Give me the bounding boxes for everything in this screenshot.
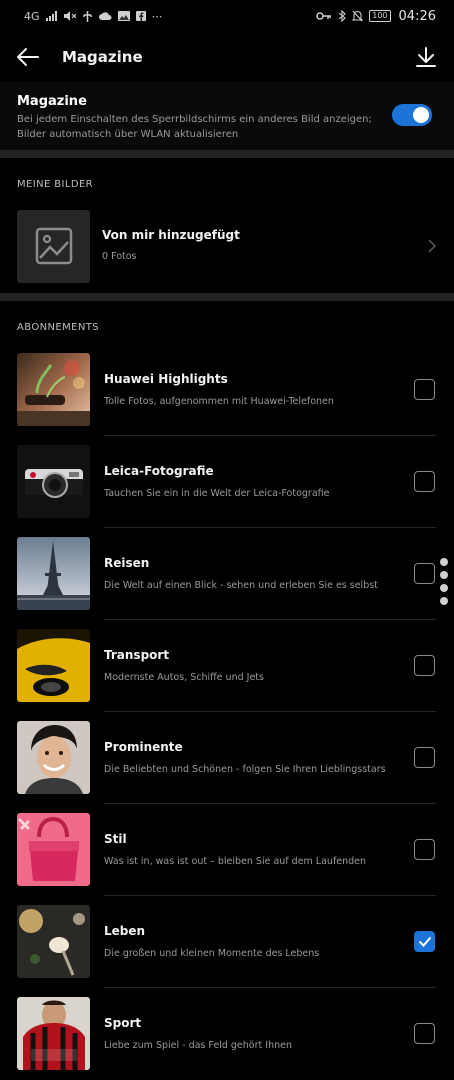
subscription-checkbox[interactable] (414, 379, 435, 400)
page-title: Magazine (62, 48, 143, 66)
subscription-checkbox[interactable] (414, 1023, 435, 1044)
subscription-subtitle: Die Beliebten und Schönen - folgen Sie I… (104, 763, 386, 775)
thumbnail-huawei-highlights (17, 353, 90, 426)
subscription-title: Sport (104, 1015, 142, 1030)
app-bar: Magazine (0, 32, 454, 82)
thumbnail-transport (17, 629, 90, 702)
scroll-dot (440, 597, 448, 605)
scroll-dot (440, 584, 448, 592)
status-bar: 4G ⋯ 100 04:26 (0, 0, 454, 32)
subscription-subtitle: Tauchen Sie ein in die Welt der Leica-Fo… (104, 487, 330, 499)
facebook-icon (135, 11, 146, 21)
subscription-item-huawei-highlights[interactable]: Huawei Highlights Tolle Fotos, aufgenomm… (0, 344, 454, 436)
key-icon (316, 12, 332, 20)
section-divider (0, 293, 454, 301)
own-picture-thumb (17, 209, 90, 283)
own-picture-count: 0 Fotos (102, 251, 137, 262)
bluetooth-icon (338, 10, 347, 22)
subscription-subtitle: Modernste Autos, Schiffe und Jets (104, 671, 264, 683)
section-divider (0, 150, 454, 158)
subscription-checkbox[interactable] (414, 655, 435, 676)
thumbnail-celebrities (17, 721, 90, 794)
subscription-checkbox[interactable] (414, 839, 435, 860)
subscription-text: Reisen Die Welt auf einen Blick - sehen … (104, 528, 394, 620)
magazine-setting-title: Magazine (17, 94, 87, 109)
more-icon: ⋯ (151, 9, 163, 23)
own-picture-text: Von mir hinzugefügt 0 Fotos (102, 228, 240, 264)
section-label-my-pictures: MEINE BILDER (17, 179, 94, 190)
network-type: 4G (24, 9, 40, 23)
image-placeholder-icon (35, 227, 72, 265)
status-right: 100 04:26 (316, 9, 436, 24)
own-picture-title: Von mir hinzugefügt (102, 228, 240, 242)
subscription-item-celebrities[interactable]: Prominente Die Beliebten und Schönen - f… (0, 712, 454, 804)
chevron-right-icon (428, 239, 436, 253)
subscription-title: Stil (104, 831, 127, 846)
photo-icon (117, 11, 130, 21)
magazine-setting[interactable]: Magazine Bei jedem Einschalten des Sperr… (0, 82, 454, 150)
subscription-item-leica[interactable]: Leica-Fotografie Tauchen Sie ein in die … (0, 436, 454, 528)
subscription-text: Stil Was ist in, was ist out – bleiben S… (104, 804, 394, 896)
subscription-title: Transport (104, 647, 170, 662)
scroll-dot (440, 558, 448, 566)
thumbnail-leica (17, 445, 90, 518)
clock: 04:26 (398, 8, 436, 24)
subscription-text: Leica-Fotografie Tauchen Sie ein in die … (104, 436, 394, 528)
subscription-title: Prominente (104, 739, 183, 754)
subscription-subtitle: Tolle Fotos, aufgenommen mit Huawei-Tele… (104, 395, 334, 407)
checkmark-icon (418, 936, 431, 947)
subscription-title: Leica-Fotografie (104, 463, 214, 478)
mute-icon (63, 11, 76, 21)
thumbnail-sport (17, 997, 90, 1070)
subscription-subtitle: Die großen und kleinen Momente des Leben… (104, 947, 320, 959)
download-icon[interactable] (414, 45, 438, 69)
back-arrow-icon[interactable] (16, 47, 40, 67)
subscription-title: Reisen (104, 555, 150, 570)
magazine-setting-description: Bei jedem Einschalten des Sperrbildschir… (17, 114, 372, 140)
subscription-subtitle: Liebe zum Spiel - das Feld gehört Ihnen (104, 1039, 292, 1051)
subscription-checkbox[interactable] (414, 471, 435, 492)
subscription-item-life[interactable]: Leben Die großen und kleinen Momente des… (0, 896, 454, 988)
magazine-toggle[interactable] (392, 104, 432, 126)
subscription-text: Huawei Highlights Tolle Fotos, aufgenomm… (104, 344, 394, 436)
subscription-item-sport[interactable]: Sport Liebe zum Spiel - das Feld gehört … (0, 988, 454, 1080)
subscription-checkbox[interactable] (414, 563, 435, 584)
battery-indicator: 100 (369, 10, 391, 22)
subscription-text: Transport Modernste Autos, Schiffe und J… (104, 620, 394, 712)
signal-icon (45, 11, 57, 21)
subscription-subtitle: Was ist in, was ist out – bleiben Sie au… (104, 855, 367, 867)
subscription-text: Prominente Die Beliebten und Schönen - f… (104, 712, 394, 804)
subscription-checkbox-checked[interactable] (414, 931, 435, 952)
subscription-subtitle: Die Welt auf einen Blick - sehen und erl… (104, 579, 378, 591)
fast-scroll-handle[interactable] (440, 558, 450, 605)
scroll-dot (440, 571, 448, 579)
bell-off-icon (352, 10, 364, 22)
subscription-title: Leben (104, 923, 146, 938)
cloud-icon (98, 12, 112, 20)
section-label-subscriptions: ABONNEMENTS (17, 322, 99, 333)
thumbnail-life (17, 905, 90, 978)
subscription-item-style[interactable]: Stil Was ist in, was ist out – bleiben S… (0, 804, 454, 896)
subscription-item-travel[interactable]: Reisen Die Welt auf einen Blick - sehen … (0, 528, 454, 620)
status-left: 4G ⋯ (24, 9, 163, 23)
my-pictures-item[interactable]: Von mir hinzugefügt 0 Fotos (0, 203, 454, 289)
toggle-knob (413, 107, 429, 123)
usb-icon (82, 10, 92, 22)
subscriptions-list: Huawei Highlights Tolle Fotos, aufgenomm… (0, 344, 454, 1080)
subscription-title: Huawei Highlights (104, 371, 228, 386)
subscription-item-transport[interactable]: Transport Modernste Autos, Schiffe und J… (0, 620, 454, 712)
subscription-text: Sport Liebe zum Spiel - das Feld gehört … (104, 988, 394, 1080)
thumbnail-style (17, 813, 90, 886)
subscription-checkbox[interactable] (414, 747, 435, 768)
thumbnail-travel (17, 537, 90, 610)
subscription-text: Leben Die großen und kleinen Momente des… (104, 896, 394, 988)
